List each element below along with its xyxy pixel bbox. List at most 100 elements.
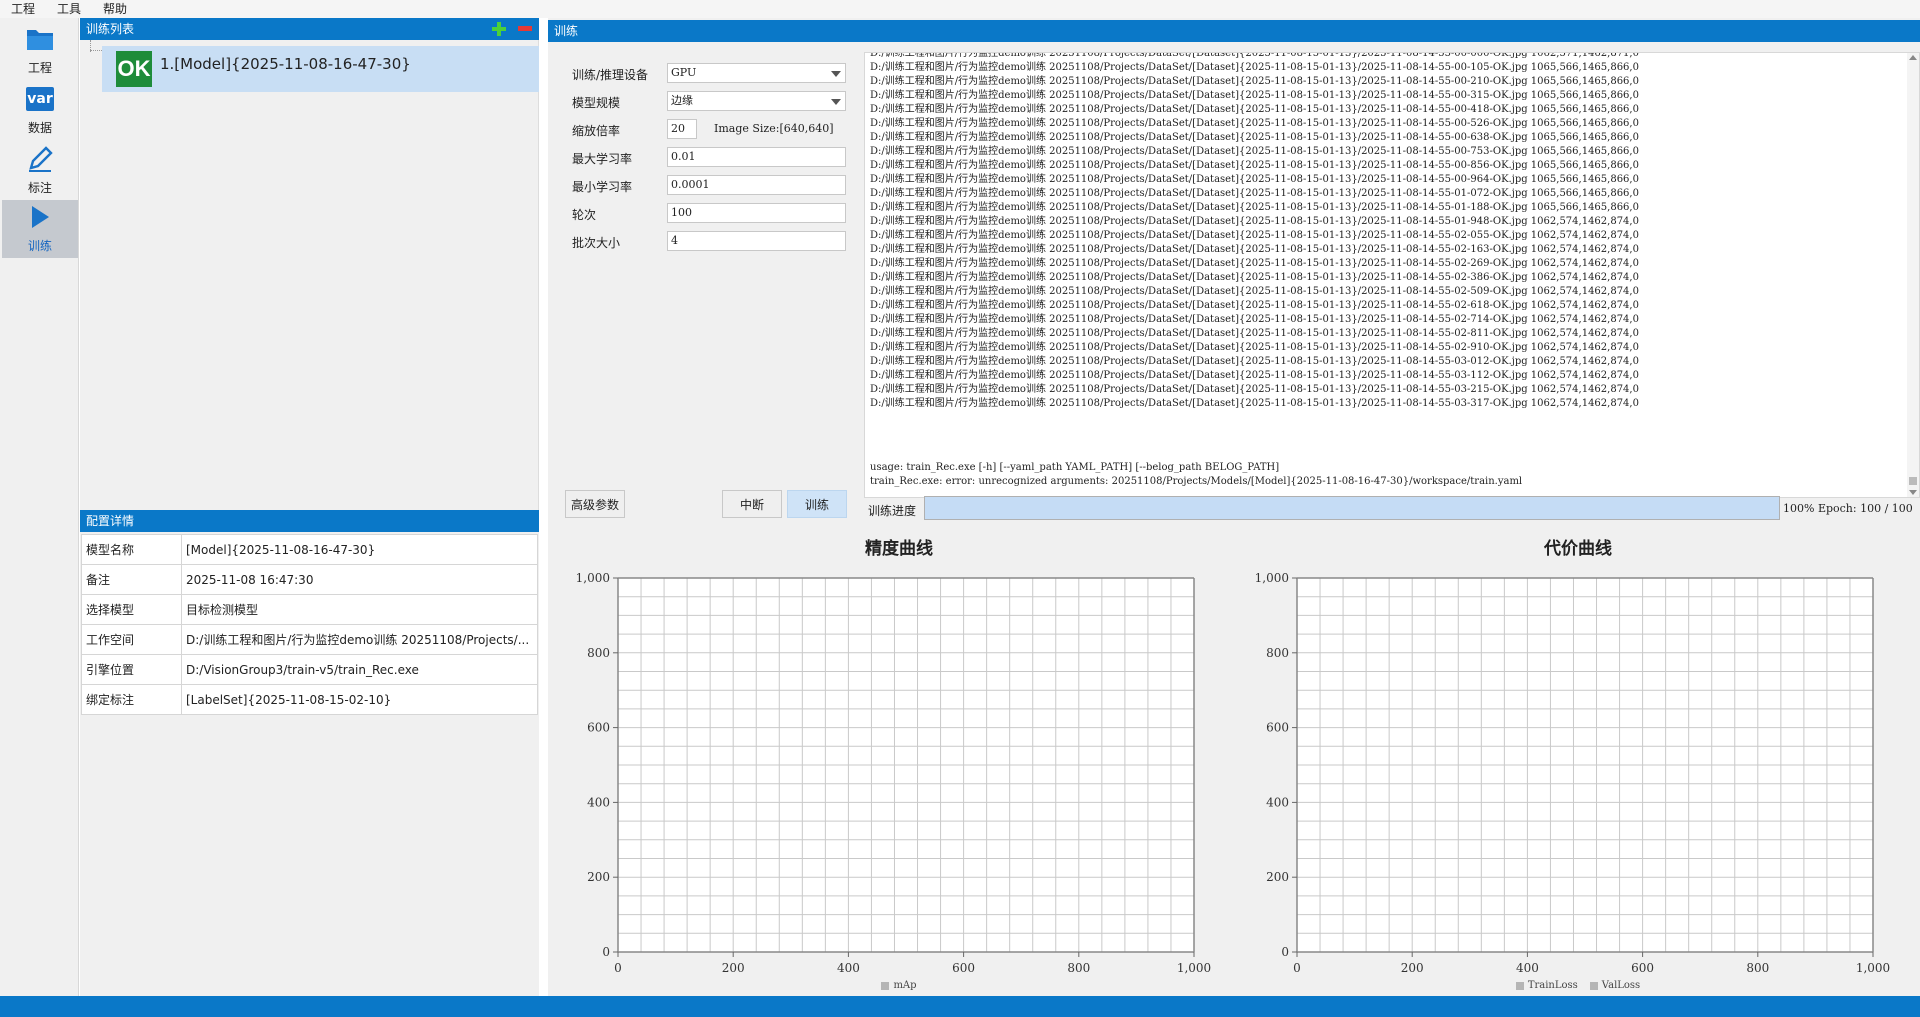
- log-tail: usage: train_Rec.exe [-h] [--yaml_path Y…: [870, 461, 1522, 497]
- loss-chart-svg: 0 200 400 600 800 1,000 0 200 400 600 800 1,000: [1255, 571, 1891, 975]
- log-line: D:/训练工程和图片/行为监控demo训练 20251108/Projects/…: [870, 146, 1639, 157]
- config-table: 模型名称 [Model]{2025-11-08-16-47-30} 备注 2025-…: [81, 534, 538, 715]
- image-size-text: Image Size:[640,640]: [714, 122, 834, 135]
- config-row: 选择模型 目标检测模型: [81, 594, 538, 625]
- nav-annotate-button[interactable]: 标注: [2, 142, 78, 200]
- zoom-input[interactable]: 20: [667, 119, 697, 139]
- log-line: D:/训练工程和图片/行为监控demo训练 20251108/Projects/…: [870, 90, 1639, 101]
- config-key: 模型名称: [81, 534, 182, 565]
- nav-project-button[interactable]: 工程: [2, 22, 78, 80]
- config-row: 备注 2025-11-08 16:47:30: [81, 564, 538, 595]
- x-tick-label: 800: [1746, 961, 1769, 975]
- x-tick-label: 400: [837, 961, 860, 975]
- x-tick-label: 600: [952, 961, 975, 975]
- loss-chart: 代价曲线 0 200 400 600 800 1,000 0 200 400 600 800 1,00…: [1243, 530, 1913, 1000]
- train-header: 训练: [548, 20, 1920, 42]
- x-tick-label: 1,000: [1856, 961, 1890, 975]
- advanced-params-button[interactable]: 高级参数: [565, 490, 625, 518]
- epochs-input[interactable]: 100: [667, 203, 846, 223]
- device-select[interactable]: GPU: [667, 63, 846, 83]
- model-scale-select[interactable]: 边缘: [667, 91, 846, 111]
- config-value[interactable]: D:/训练工程和图片/行为监控demo训练 20251108/Projects/…: [181, 624, 538, 655]
- log-line: D:/训练工程和图片/行为监控demo训练 20251108/Projects/…: [870, 230, 1639, 241]
- log-line: D:/训练工程和图片/行为监控demo训练 20251108/Projects/…: [870, 118, 1639, 129]
- config-key: 工作空间: [81, 624, 182, 655]
- train-title: 训练: [554, 24, 579, 38]
- train-button[interactable]: 训练: [787, 490, 847, 518]
- train-list-title: 训练列表: [86, 22, 135, 36]
- loss-legend: TrainLoss ValLoss: [1243, 980, 1913, 991]
- y-tick-label: 200: [1266, 870, 1289, 884]
- y-tick-label: 1,000: [1255, 571, 1289, 585]
- y-tick-label: 200: [587, 870, 610, 884]
- log-line: D:/训练工程和图片/行为监控demo训练 20251108/Projects/…: [870, 62, 1639, 73]
- train-list-item-label: 1.[Model]{2025-11-08-16-47-30}: [160, 55, 411, 73]
- config-row: 引擎位置 D:/VisionGroup3/train-v5/train_Rec.e…: [81, 654, 538, 685]
- train-list-header: 训练列表: [80, 18, 539, 40]
- log-line: D:/训练工程和图片/行为监控demo训练 20251108/Projects/…: [870, 384, 1639, 395]
- max-lr-input[interactable]: 0.01: [667, 147, 846, 167]
- y-tick-label: 600: [587, 721, 610, 735]
- config-panel: 配置详情 模型名称 [Model]{2025-11-08-16-47-30} 备注…: [80, 510, 539, 996]
- config-row: 工作空间 D:/训练工程和图片/行为监控demo训练 20251108/Proje…: [81, 624, 538, 655]
- log-line: D:/训练工程和图片/行为监控demo训练 20251108/Projects/…: [870, 160, 1639, 171]
- config-key: 备注: [81, 564, 182, 595]
- scroll-up-icon[interactable]: [1909, 55, 1917, 60]
- nav-train-button[interactable]: 训练: [2, 200, 78, 258]
- progress-fill: [925, 497, 1779, 519]
- y-tick-label: 400: [1266, 795, 1289, 809]
- log-line: D:/训练工程和图片/行为监控demo训练 20251108/Projects/…: [870, 258, 1639, 269]
- folder-icon: [24, 23, 56, 55]
- min-lr-input[interactable]: 0.0001: [667, 175, 846, 195]
- config-row: 模型名称 [Model]{2025-11-08-16-47-30}: [81, 534, 538, 565]
- min-lr-label: 最小学习率: [572, 180, 633, 194]
- x-tick-label: 0: [614, 961, 622, 975]
- scroll-thumb[interactable]: [1909, 477, 1917, 485]
- log-line: D:/训练工程和图片/行为监控demo训练 20251108/Projects/…: [870, 132, 1639, 143]
- log-line: D:/训练工程和图片/行为监控demo训练 20251108/Projects/…: [870, 286, 1639, 297]
- legend-valloss-label: ValLoss: [1601, 980, 1641, 991]
- config-value[interactable]: [Model]{2025-11-08-16-47-30}: [181, 534, 538, 565]
- train-list-item[interactable]: OK 1.[Model]{2025-11-08-16-47-30}: [102, 46, 539, 92]
- y-tick-label: 400: [587, 795, 610, 809]
- config-key: 引擎位置: [81, 654, 182, 685]
- config-value[interactable]: 目标检测模型: [181, 594, 538, 625]
- y-tick-label: 800: [1266, 646, 1289, 660]
- log-lines: D:/训练工程和图片/行为监控demo训练 20251108/Projects/…: [870, 53, 1639, 411]
- menu-tools[interactable]: 工具: [46, 0, 92, 18]
- nav-data-button[interactable]: var 数据: [2, 82, 78, 140]
- log-line: D:/训练工程和图片/行为监控demo训练 20251108/Projects/…: [870, 272, 1639, 283]
- progress-label: 训练进度: [868, 504, 917, 518]
- add-model-button[interactable]: [490, 20, 508, 38]
- status-bar: [0, 996, 1920, 1017]
- log-line: D:/训练工程和图片/行为监控demo训练 20251108/Projects/…: [870, 342, 1639, 353]
- x-tick-label: 200: [1401, 961, 1424, 975]
- log-line: D:/训练工程和图片/行为监控demo训练 20251108/Projects/…: [870, 202, 1639, 213]
- log-line: D:/训练工程和图片/行为监控demo训练 20251108/Projects/…: [870, 76, 1639, 87]
- legend-map-label: mAp: [893, 980, 917, 991]
- nav-data-label: 数据: [27, 121, 52, 135]
- ok-status-icon: OK: [116, 51, 152, 87]
- config-value[interactable]: 2025-11-08 16:47:30: [181, 564, 538, 595]
- config-header: 配置详情: [80, 510, 539, 532]
- variable-icon-text: var: [26, 87, 54, 111]
- log-output[interactable]: D:/训练工程和图片/行为监控demo训练 20251108/Projects/…: [864, 52, 1920, 498]
- config-key: 绑定标注: [81, 684, 182, 715]
- y-tick-label: 1,000: [576, 571, 610, 585]
- legend-swatch: [1515, 981, 1524, 990]
- menu-help[interactable]: 帮助: [92, 0, 138, 18]
- batch-input[interactable]: 4: [667, 231, 846, 251]
- interrupt-button[interactable]: 中断: [722, 490, 782, 518]
- progress-text: 100% Epoch: 100 / 100: [1783, 502, 1913, 515]
- batch-label: 批次大小: [572, 236, 621, 250]
- config-value[interactable]: [LabelSet]{2025-11-08-15-02-10}: [181, 684, 538, 715]
- log-scrollbar[interactable]: [1907, 53, 1919, 497]
- menu-bar: 工程 工具 帮助: [0, 0, 1920, 18]
- scroll-down-icon[interactable]: [1909, 490, 1917, 495]
- remove-model-button[interactable]: [518, 26, 532, 31]
- y-tick-label: 800: [587, 646, 610, 660]
- config-value[interactable]: D:/VisionGroup3/train-v5/train_Rec.exe: [181, 654, 538, 685]
- log-line: D:/训练工程和图片/行为监控demo训练 20251108/Projects/…: [870, 328, 1639, 339]
- menu-project[interactable]: 工程: [0, 0, 46, 18]
- play-icon: [24, 201, 56, 233]
